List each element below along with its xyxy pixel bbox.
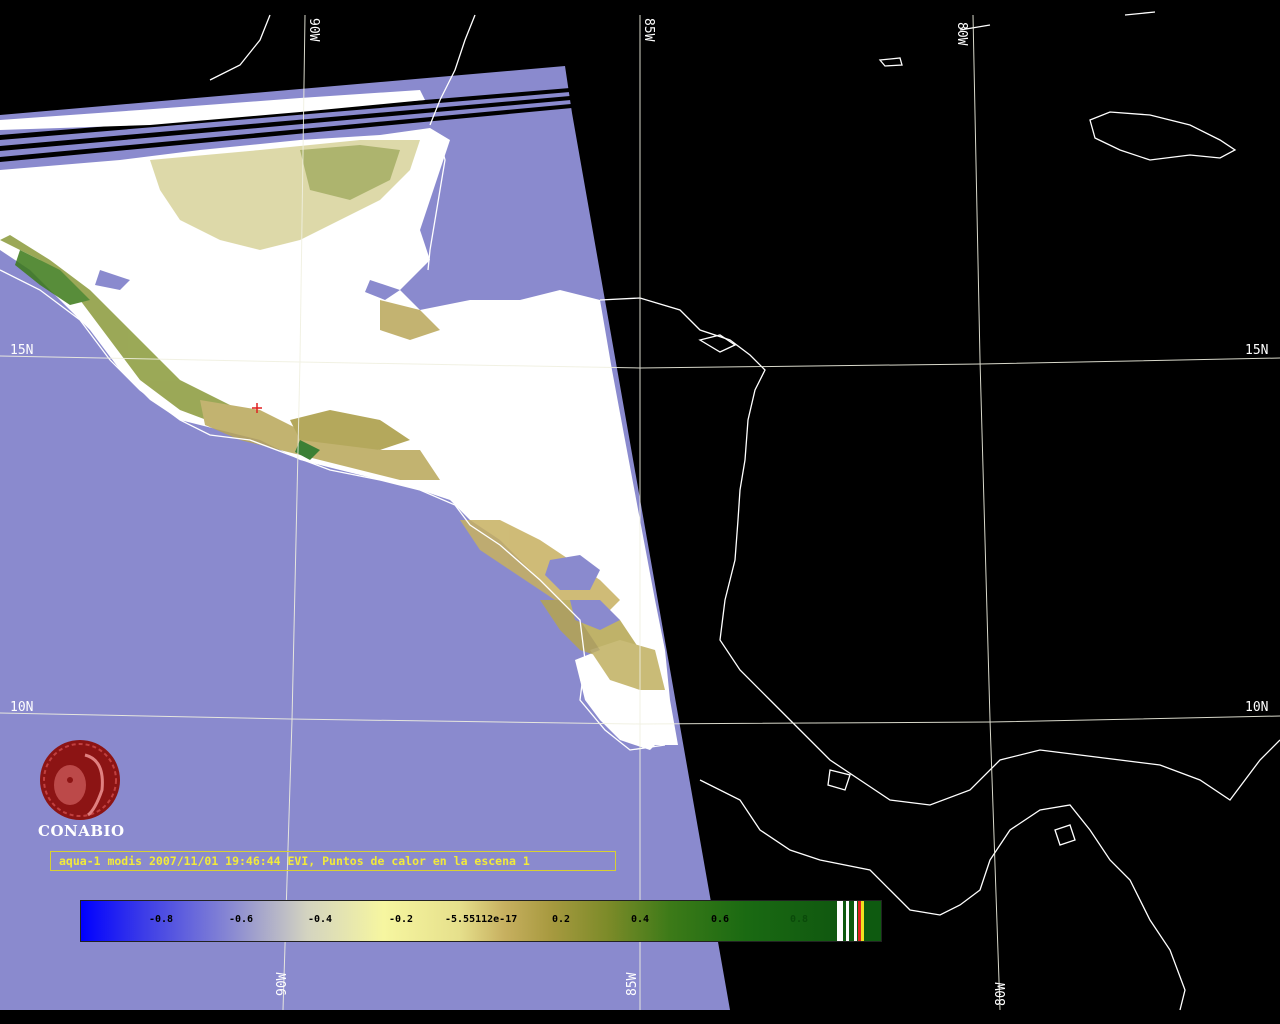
colorbar-stripe-yellow xyxy=(861,901,864,941)
colorbar-label: -0.6 xyxy=(229,914,254,925)
colorbar-label: 0.4 xyxy=(631,914,650,925)
colorbar-label: -0.2 xyxy=(389,914,414,925)
colorbar-stripe-white-3 xyxy=(854,901,857,941)
colorbar-label: -5.55112e-17 xyxy=(445,914,518,925)
lon-label-bottom-85w: 85W xyxy=(625,972,640,996)
colorbar-stripe-white-2 xyxy=(846,901,849,941)
image-caption: aqua-1 modis 2007/11/01 19:46:44 EVI, Pu… xyxy=(50,851,616,871)
lat-label-right-10n: 10N xyxy=(1245,700,1268,715)
colorbar-label: -0.8 xyxy=(149,914,174,925)
colorbar-label: 0.8 xyxy=(790,914,809,925)
lon-label-bottom-90w: 90W xyxy=(275,972,290,996)
colorbar-stripe-white-1 xyxy=(837,901,843,941)
colorbar-label: 0.2 xyxy=(552,914,571,925)
lon-label-top-80w: 80W xyxy=(954,22,969,46)
logo-text: CONABIO xyxy=(38,822,125,840)
colorbar-label: -0.4 xyxy=(308,914,333,925)
lat-label-right-15n: 15N xyxy=(1245,343,1268,358)
colorbar-label: 0.6 xyxy=(711,914,730,925)
lon-label-top-90w: 90W xyxy=(306,18,321,42)
lon-label-bottom-80w: 80W xyxy=(994,982,1009,1006)
lon-label-top-85w: 85W xyxy=(641,18,656,42)
colorbar-legend: -0.8 -0.6 -0.4 -0.2 -5.55112e-17 0.2 0.4… xyxy=(80,900,882,942)
lat-label-left-15n: 15N xyxy=(10,343,33,358)
lat-label-left-10n: 10N xyxy=(10,700,33,715)
